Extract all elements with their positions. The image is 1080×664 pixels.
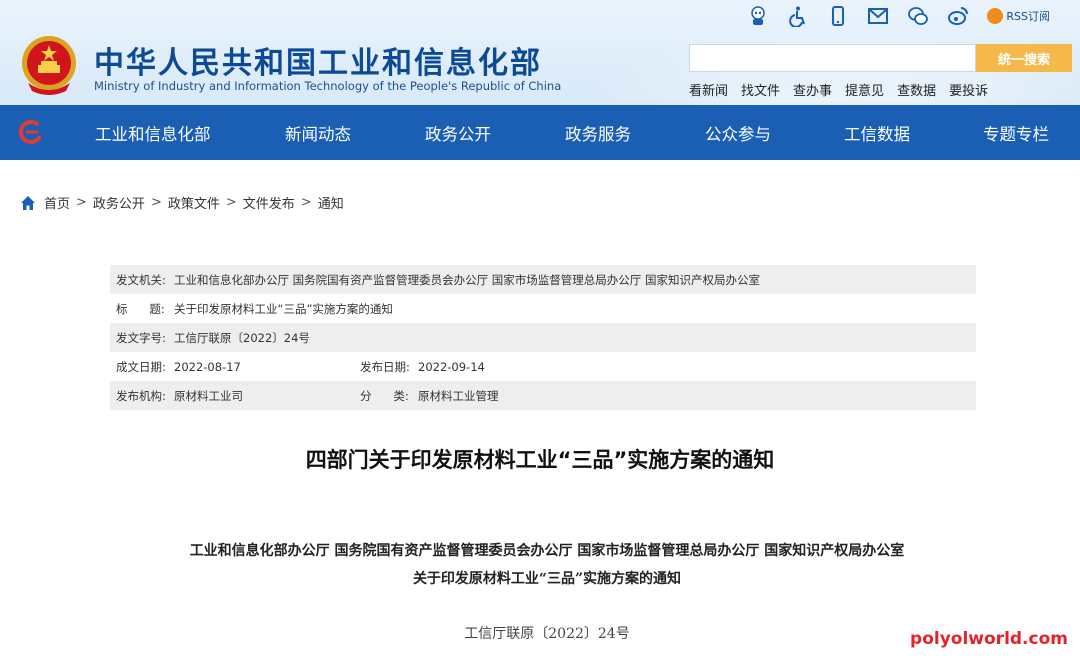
meta-row-issuer: 发文机关: 工业和信息化部办公厅 国务院国有资产监督管理委员会办公厅 国家市场监… — [110, 265, 976, 294]
search-button[interactable]: 统一搜索 — [976, 44, 1072, 72]
meta-row-docno: 发文字号: 工信厅联原〔2022〕24号 — [110, 323, 976, 352]
document-metadata: 发文机关: 工业和信息化部办公厅 国务院国有资产监督管理委员会办公厅 国家市场监… — [110, 265, 976, 410]
meta-row-dates: 成文日期: 2022-08-17 发布日期: 2022-09-14 — [110, 352, 976, 381]
breadcrumb-doc-release[interactable]: 文件发布 — [243, 193, 295, 212]
nav-item-topics[interactable]: 专题专栏 — [983, 121, 1049, 145]
site-header: 中华人民共和国工业和信息化部 Ministry of Industry and … — [0, 0, 1080, 105]
main-nav: 工业和信息化部 新闻动态 政务公开 政务服务 公众参与 工信数据 专题专栏 — [0, 105, 1080, 160]
meta-value-issuer: 工业和信息化部办公厅 国务院国有资产监督管理委员会办公厅 国家市场监督管理总局办… — [174, 272, 760, 287]
quick-link-documents[interactable]: 找文件 — [741, 80, 780, 99]
meta-value-title: 关于印发原材料工业“三品”实施方案的通知 — [174, 301, 393, 316]
article-subtitle: 关于印发原材料工业“三品”实施方案的通知 — [412, 571, 682, 587]
watermark: polyolworld.com — [910, 629, 1068, 649]
quick-link-services[interactable]: 查办事 — [793, 80, 832, 99]
meta-label: 发布机构: — [116, 388, 166, 403]
meta-row-title: 标 题: 关于印发原材料工业“三品”实施方案的通知 — [110, 294, 976, 323]
nav-item-data[interactable]: 工信数据 — [844, 121, 910, 145]
breadcrumb-separator: > — [225, 195, 237, 210]
breadcrumb: 首页 > 政务公开 > 政策文件 > 文件发布 > 通知 — [20, 193, 344, 212]
weibo-icon[interactable] — [947, 5, 969, 27]
breadcrumb-separator: > — [300, 195, 312, 210]
rss-label: RSS订阅 — [1006, 10, 1050, 23]
breadcrumb-notice[interactable]: 通知 — [318, 193, 344, 212]
mobile-icon[interactable] — [827, 5, 849, 27]
breadcrumb-gov-affairs[interactable]: 政务公开 — [93, 193, 145, 212]
search-input[interactable] — [689, 44, 976, 72]
breadcrumb-separator: > — [76, 195, 87, 210]
search-bar: 统一搜索 — [689, 44, 1072, 72]
rss-icon — [987, 8, 1004, 24]
meta-label: 发文字号: — [116, 330, 166, 345]
quick-link-data[interactable]: 查数据 — [897, 80, 936, 99]
meta-value-category: 原材料工业管理 — [418, 388, 499, 403]
breadcrumb-policy-docs[interactable]: 政策文件 — [168, 193, 220, 212]
breadcrumb-separator: > — [150, 195, 162, 210]
home-icon — [21, 195, 35, 210]
robot-icon[interactable] — [747, 5, 769, 27]
meta-label: 分 类: — [360, 388, 409, 403]
quick-links: 看新闻 找文件 查办事 提意见 查数据 要投诉 — [689, 80, 988, 99]
top-utility-bar: RSS订阅 — [747, 4, 1050, 28]
wechat-icon[interactable] — [907, 5, 929, 27]
article-title: 四部门关于印发原材料工业“三品”实施方案的通知 — [305, 448, 775, 472]
nav-item-gov-affairs[interactable]: 政务公开 — [425, 121, 491, 145]
meta-label: 发布日期: — [360, 359, 410, 374]
nav-item-participation[interactable]: 公众参与 — [705, 121, 771, 145]
rss-link[interactable]: RSS订阅 — [987, 8, 1050, 24]
site-title-english: Ministry of Industry and Information Tec… — [94, 79, 562, 93]
meta-label: 标 题: — [116, 301, 165, 316]
quick-link-feedback[interactable]: 提意见 — [845, 80, 884, 99]
nav-item-gov-services[interactable]: 政务服务 — [565, 121, 631, 145]
meta-label: 发文机关: — [116, 272, 166, 287]
meta-value-published-date: 2022-09-14 — [418, 359, 485, 374]
breadcrumb-home[interactable]: 首页 — [44, 193, 70, 212]
article-issuers: 工业和信息化部办公厅 国务院国有资产监督管理委员会办公厅 国家市场监督管理总局办… — [189, 543, 905, 559]
national-emblem-icon[interactable] — [20, 33, 78, 95]
nav-item-news[interactable]: 新闻动态 — [285, 121, 351, 145]
meta-value-written-date: 2022-08-17 — [174, 359, 241, 374]
nav-item-ministry[interactable]: 工业和信息化部 — [95, 121, 211, 145]
quick-link-complaint[interactable]: 要投诉 — [949, 80, 988, 99]
meta-value-agency: 原材料工业司 — [174, 388, 243, 403]
meta-value-docno: 工信厅联原〔2022〕24号 — [174, 330, 310, 345]
accessibility-icon[interactable] — [787, 5, 809, 27]
meta-label: 成文日期: — [116, 359, 166, 374]
mail-icon[interactable] — [867, 5, 889, 27]
meta-row-agency: 发布机构: 原材料工业司 分 类: 原材料工业管理 — [110, 381, 976, 410]
quick-link-news[interactable]: 看新闻 — [689, 80, 728, 99]
site-title[interactable]: 中华人民共和国工业和信息化部 — [94, 38, 542, 82]
